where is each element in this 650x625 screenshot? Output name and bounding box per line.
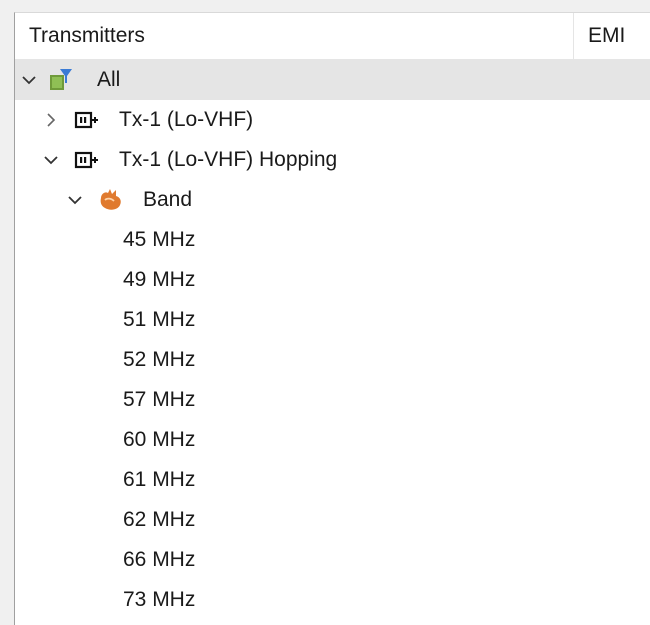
chevron-down-icon[interactable] xyxy=(19,70,39,90)
frequency-label: 57 MHz xyxy=(123,388,196,411)
tree-node-frequency[interactable]: 61 MHz xyxy=(15,460,650,500)
radio-transmitter-icon xyxy=(73,106,101,134)
frequency-label: 51 MHz xyxy=(123,308,196,331)
tree-node-frequency[interactable]: 62 MHz xyxy=(15,500,650,540)
tree-node-label: Band xyxy=(143,188,193,211)
tree-node-label: Tx-1 (Lo-VHF) xyxy=(119,108,254,131)
tree-node-frequency[interactable]: 45 MHz xyxy=(15,220,650,260)
tree-node-frequency[interactable]: 66 MHz xyxy=(15,540,650,580)
tree-node-label: All xyxy=(97,68,121,91)
frequency-label: 73 MHz xyxy=(123,588,196,611)
radio-transmitter-icon xyxy=(73,146,101,174)
transmitters-tree-panel: Transmitters EMI All Tx-1 (Lo-VHF) Tx-1 … xyxy=(14,12,650,625)
frequency-label: 61 MHz xyxy=(123,468,196,491)
tree-node-frequency[interactable]: 60 MHz xyxy=(15,420,650,460)
frequency-label: 60 MHz xyxy=(123,428,196,451)
frequency-label: 62 MHz xyxy=(123,508,196,531)
tree-node-tx1-hopping[interactable]: Tx-1 (Lo-VHF) Hopping xyxy=(15,140,650,180)
frequency-label: 45 MHz xyxy=(123,228,196,251)
chevron-right-icon[interactable] xyxy=(41,110,61,130)
tree-node-all[interactable]: All xyxy=(15,60,650,100)
chevron-down-icon[interactable] xyxy=(65,190,85,210)
chevron-down-icon[interactable] xyxy=(41,150,61,170)
tree-node-tx1[interactable]: Tx-1 (Lo-VHF) xyxy=(15,100,650,140)
tree-node-frequency[interactable]: 49 MHz xyxy=(15,260,650,300)
tree-node-band[interactable]: Band xyxy=(15,180,650,220)
tree-node-frequency[interactable]: 57 MHz xyxy=(15,380,650,420)
tree-node-frequency[interactable]: 51 MHz xyxy=(15,300,650,340)
column-header-transmitters[interactable]: Transmitters xyxy=(15,13,574,59)
frequency-label: 49 MHz xyxy=(123,268,196,291)
column-header-emi[interactable]: EMI xyxy=(574,13,650,59)
tree-node-frequency[interactable]: 73 MHz xyxy=(15,580,650,620)
frequency-label: 52 MHz xyxy=(123,348,196,371)
window: Transmitters EMI All Tx-1 (Lo-VHF) Tx-1 … xyxy=(0,0,650,625)
band-icon xyxy=(97,186,125,214)
tree-node-label: Tx-1 (Lo-VHF) Hopping xyxy=(119,148,338,171)
filter-folder-icon xyxy=(47,66,75,94)
frequency-label: 66 MHz xyxy=(123,548,196,571)
column-header-row: Transmitters EMI xyxy=(15,13,650,60)
tree-node-frequency[interactable]: 52 MHz xyxy=(15,340,650,380)
